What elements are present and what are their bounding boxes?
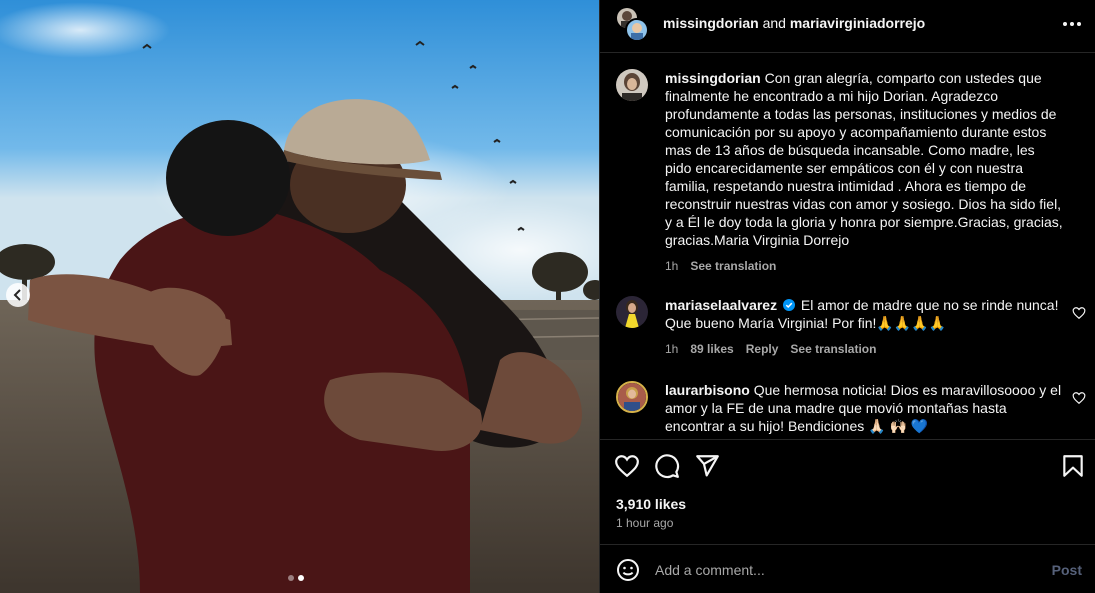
post-header: missingdorian and mariavirginiadorrejo — [600, 0, 1095, 53]
post-side-panel: missingdorian and mariavirginiadorrejo m… — [599, 0, 1095, 593]
carousel-prev-button[interactable] — [6, 283, 30, 307]
caption-username[interactable]: missingdorian — [665, 70, 761, 86]
carousel-indicator — [288, 575, 304, 581]
header-username-1[interactable]: missingdorian — [663, 15, 759, 31]
comment-item: laurarbisono Que hermosa noticia! Dios e… — [616, 381, 1086, 439]
divider — [600, 439, 1095, 440]
verified-badge-icon — [782, 299, 795, 311]
like-comment-icon[interactable] — [1072, 391, 1086, 405]
emoji-icon[interactable] — [616, 558, 640, 582]
caption-body: missingdorian Con gran alegría, comparto… — [665, 69, 1063, 275]
more-options-button[interactable] — [1058, 12, 1086, 36]
comment-username[interactable]: mariaselaalvarez — [665, 297, 777, 313]
comment-input[interactable] — [655, 558, 1035, 582]
post-caption: missingdorian Con gran alegría, comparto… — [616, 69, 1086, 273]
heart-icon[interactable] — [614, 453, 640, 479]
comment-composer: Post — [600, 544, 1095, 593]
caption-meta: 1h See translation — [665, 257, 1063, 275]
like-comment-icon[interactable] — [1072, 306, 1086, 320]
collab-avatars[interactable] — [615, 6, 651, 42]
share-icon[interactable] — [694, 453, 720, 479]
header-username-2[interactable]: mariavirginiadorrejo — [790, 15, 925, 31]
post-timestamp[interactable]: 1 hour ago — [616, 516, 673, 530]
comment-body: laurarbisono Que hermosa noticia! Dios e… — [665, 381, 1063, 435]
header-title: missingdorian and mariavirginiadorrejo — [663, 15, 925, 31]
comment-item: mariaselaalvarez El amor de madre que no… — [616, 296, 1086, 360]
avatar[interactable] — [616, 296, 648, 328]
avatar[interactable] — [616, 381, 648, 413]
post-photo — [0, 0, 599, 593]
comment-body: mariaselaalvarez El amor de madre que no… — [665, 296, 1063, 358]
reply-button[interactable]: Reply — [746, 340, 779, 358]
comment-username[interactable]: laurarbisono — [665, 382, 750, 398]
comments-list[interactable]: missingdorian Con gran alegría, comparto… — [600, 54, 1095, 439]
comment-meta: 1h 89 likes Reply See translation — [665, 340, 1063, 358]
post-comment-button[interactable]: Post — [1052, 562, 1082, 578]
comment-icon[interactable] — [654, 453, 680, 479]
avatar[interactable] — [616, 69, 648, 101]
caption-text: Con gran alegría, comparto con ustedes q… — [665, 70, 1063, 248]
more-icon — [1063, 22, 1081, 26]
post-actions — [614, 453, 1084, 479]
post-media[interactable] — [0, 0, 599, 593]
carousel-dot-active — [298, 575, 304, 581]
avatar[interactable] — [625, 18, 649, 42]
caption-time[interactable]: 1h — [665, 257, 678, 275]
likes-count[interactable]: 3,910 likes — [616, 496, 686, 512]
bookmark-icon[interactable] — [1060, 453, 1086, 479]
comment-time[interactable]: 1h — [665, 340, 678, 358]
comment-likes[interactable]: 89 likes — [690, 340, 733, 358]
header-joiner: and — [762, 15, 786, 31]
see-translation-link[interactable]: See translation — [690, 257, 776, 275]
chevron-left-icon — [13, 289, 21, 301]
see-translation-link[interactable]: See translation — [790, 340, 876, 358]
carousel-dot — [288, 575, 294, 581]
instagram-post: missingdorian and mariavirginiadorrejo m… — [0, 0, 1095, 593]
